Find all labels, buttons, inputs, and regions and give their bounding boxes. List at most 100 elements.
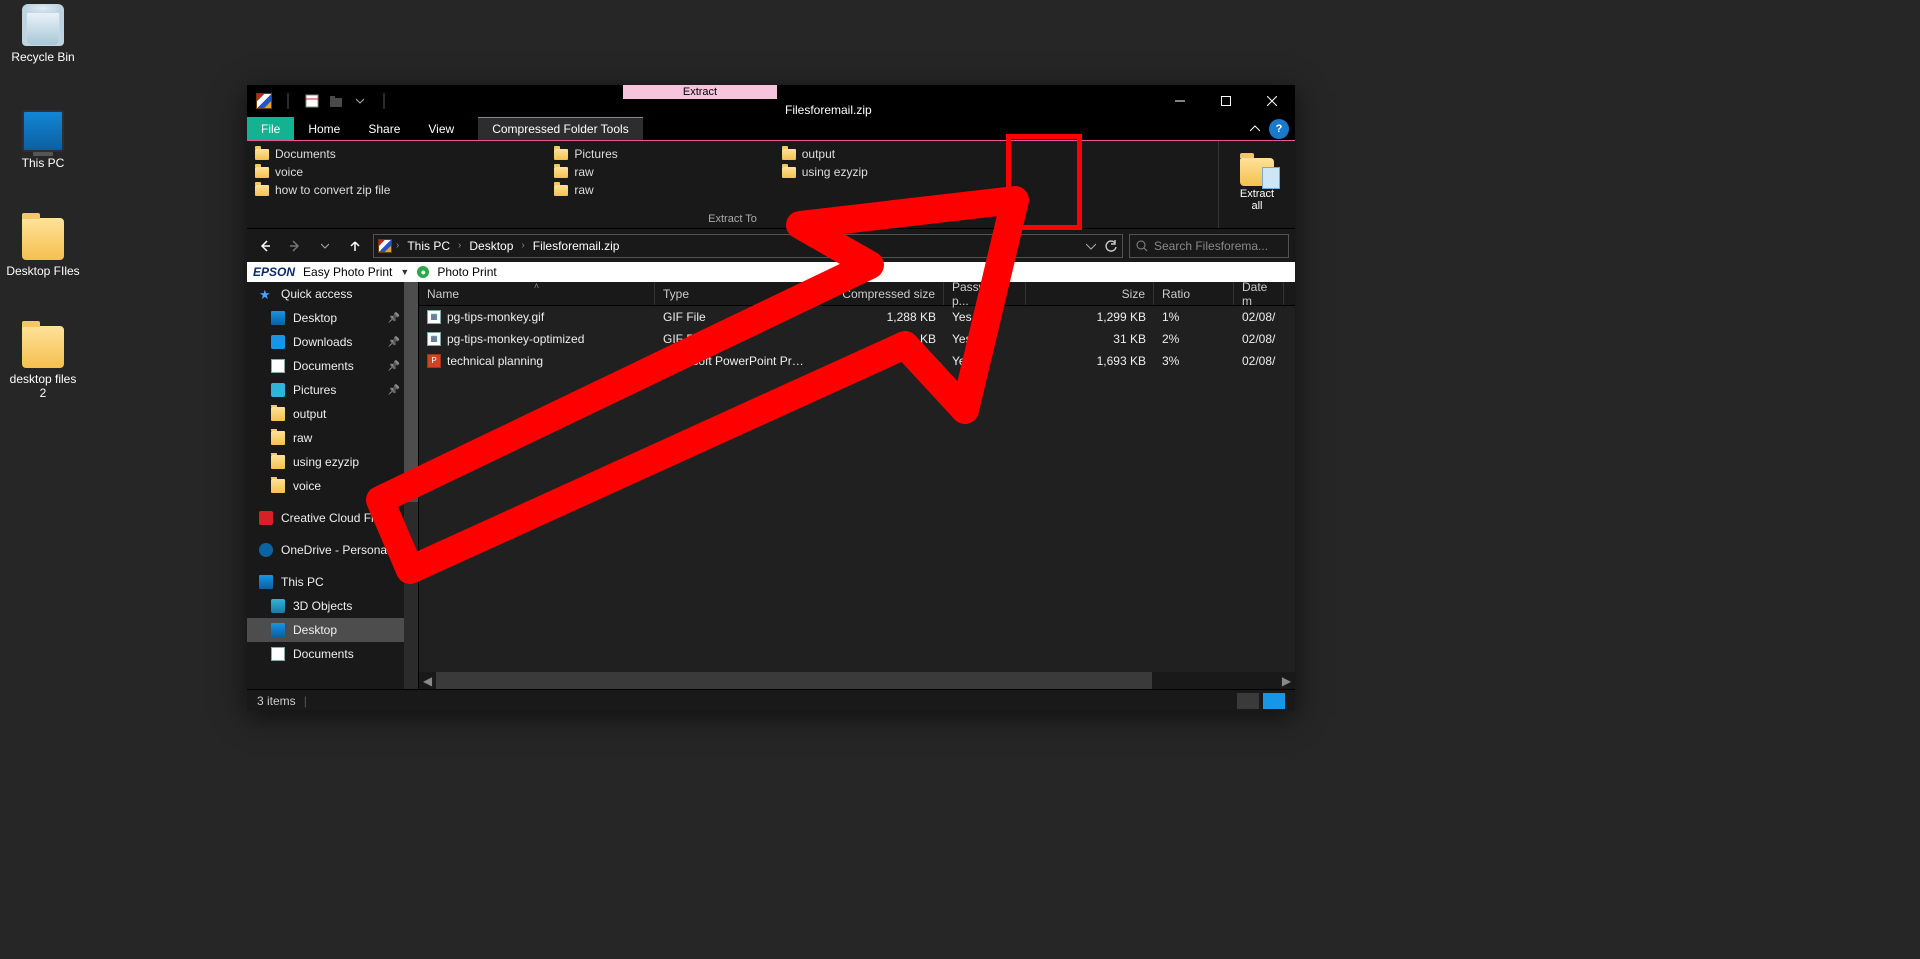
horizontal-scrollbar[interactable]: ◀ ▶	[419, 672, 1295, 689]
extract-dest[interactable]: voice	[255, 165, 390, 179]
desktop-files-2-label: desktop files 2	[6, 372, 80, 400]
explorer-body: ★Quick access Desktop Downloads Document…	[247, 282, 1295, 689]
breadcrumb[interactable]: This PC	[403, 239, 454, 253]
file-row[interactable]: ▦pg-tips-monkey.gif GIF File 1,288 KB Ye…	[419, 306, 1295, 328]
cube-icon	[271, 599, 285, 613]
col-name[interactable]: Name	[419, 282, 655, 305]
ribbon-tab-row: File Home Share View Compressed Folder T…	[247, 117, 1295, 141]
maximize-button[interactable]	[1203, 85, 1249, 117]
folder-icon	[782, 167, 796, 178]
folder-icon	[554, 185, 568, 196]
desktop-icon-this-pc[interactable]: This PC	[6, 110, 80, 170]
file-explorer-window: Extract Filesforemail.zip File Home Shar…	[247, 85, 1295, 711]
tab-view[interactable]: View	[414, 117, 468, 140]
col-compressed-size[interactable]: Compressed size	[812, 282, 944, 305]
recycle-bin-icon	[22, 4, 64, 46]
col-date[interactable]: Date m	[1234, 282, 1284, 305]
extract-dest[interactable]: Documents	[255, 147, 390, 161]
ribbon-body: Documents voice how to convert zip file …	[247, 141, 1295, 229]
ribbon-group-title: Extract To	[255, 210, 1210, 228]
downloads-icon	[271, 335, 285, 349]
extract-dest[interactable]: output	[782, 147, 868, 161]
nav-documents[interactable]: Documents	[247, 354, 418, 378]
nav-scrollbar[interactable]	[404, 282, 418, 689]
folder-icon	[782, 149, 796, 160]
close-button[interactable]	[1249, 85, 1295, 117]
nav-creative-cloud[interactable]: Creative Cloud Files	[247, 506, 418, 530]
breadcrumb[interactable]: Desktop	[465, 239, 517, 253]
nav-desktop-2[interactable]: Desktop	[247, 618, 418, 642]
ribbon-collapse-button[interactable]	[1245, 117, 1265, 140]
view-large-icons-toggle[interactable]	[1263, 693, 1285, 709]
tab-home[interactable]: Home	[294, 117, 354, 140]
nav-onedrive[interactable]: OneDrive - Personal	[247, 538, 418, 562]
extract-dest[interactable]: using ezyzip	[782, 165, 868, 179]
col-ratio[interactable]: Ratio	[1154, 282, 1234, 305]
nav-raw[interactable]: raw	[247, 426, 418, 450]
context-tab: Extract	[623, 85, 777, 117]
help-button[interactable]: ?	[1269, 119, 1289, 139]
breadcrumb[interactable]: Filesforemail.zip	[529, 239, 624, 253]
tab-file[interactable]: File	[247, 117, 294, 140]
tab-compressed-folder-tools[interactable]: Compressed Folder Tools	[478, 117, 643, 140]
folder-icon	[271, 407, 285, 421]
nav-using-ezyzip[interactable]: using ezyzip	[247, 450, 418, 474]
qat-separator	[373, 90, 395, 112]
powerpoint-file-icon: P	[427, 354, 441, 368]
chevron-right-icon: ›	[521, 240, 524, 251]
qat-dropdown-icon[interactable]	[349, 90, 371, 112]
address-dropdown-icon[interactable]	[1086, 241, 1096, 251]
col-size[interactable]: Size	[1026, 282, 1154, 305]
file-row[interactable]: ▦pg-tips-monkey-optimized GIF File KB Ye…	[419, 328, 1295, 350]
epson-photo-print[interactable]: Photo Print	[437, 265, 496, 279]
folder-icon	[271, 455, 285, 469]
extract-dest[interactable]: raw	[554, 183, 617, 197]
folder-icon	[271, 479, 285, 493]
desktop-icon-desktop-files[interactable]: Desktop FIles	[6, 218, 80, 278]
extract-all-button[interactable]: Extractall	[1236, 154, 1278, 216]
nav-quick-access[interactable]: ★Quick access	[247, 282, 418, 306]
scroll-right-icon[interactable]: ▶	[1278, 672, 1295, 689]
ribbon-group-extract-all: Extractall	[1219, 141, 1295, 228]
epson-easy-photo-print[interactable]: Easy Photo Print	[303, 265, 392, 279]
nav-voice[interactable]: voice	[247, 474, 418, 498]
desktop-icon-desktop-files-2[interactable]: desktop files 2	[6, 326, 80, 400]
nav-recent-dropdown[interactable]	[313, 234, 337, 258]
desktop-icon-recycle-bin[interactable]: Recycle Bin	[6, 4, 80, 64]
nav-back-button[interactable]	[253, 234, 277, 258]
nav-up-button[interactable]	[343, 234, 367, 258]
app-icon[interactable]	[253, 90, 275, 112]
address-bar[interactable]: › This PC › Desktop › Filesforemail.zip	[373, 234, 1123, 258]
dropdown-icon[interactable]: ▼	[400, 267, 409, 277]
desktop-icon	[271, 623, 285, 637]
titlebar[interactable]: Extract Filesforemail.zip	[247, 85, 1295, 117]
monitor-icon	[259, 575, 273, 589]
nav-documents-2[interactable]: Documents	[247, 642, 418, 666]
nav-desktop[interactable]: Desktop	[247, 306, 418, 330]
col-password[interactable]: Password p...	[944, 282, 1026, 305]
file-row[interactable]: Ptechnical planning Microsoft PowerPoint…	[419, 350, 1295, 372]
qat-newfolder-icon[interactable]	[325, 90, 347, 112]
context-tab-header: Extract	[623, 85, 777, 99]
chevron-right-icon: ›	[458, 240, 461, 251]
folder-icon	[554, 149, 568, 160]
refresh-button[interactable]	[1104, 239, 1118, 253]
scroll-left-icon[interactable]: ◀	[419, 672, 436, 689]
nav-pictures[interactable]: Pictures	[247, 378, 418, 402]
extract-dest[interactable]: raw	[554, 165, 617, 179]
navigation-pane[interactable]: ★Quick access Desktop Downloads Document…	[247, 282, 419, 689]
extract-dest[interactable]: how to convert zip file	[255, 183, 390, 197]
extract-dest[interactable]: Pictures	[554, 147, 617, 161]
nav-this-pc[interactable]: This PC	[247, 570, 418, 594]
nav-forward-button[interactable]	[283, 234, 307, 258]
folder-icon	[22, 326, 64, 368]
minimize-button[interactable]	[1157, 85, 1203, 117]
tab-share[interactable]: Share	[354, 117, 414, 140]
view-details-toggle[interactable]	[1237, 693, 1259, 709]
nav-3d-objects[interactable]: 3D Objects	[247, 594, 418, 618]
search-box[interactable]: Search Filesforema...	[1129, 234, 1289, 258]
nav-output[interactable]: output	[247, 402, 418, 426]
qat-properties-icon[interactable]	[301, 90, 323, 112]
col-type[interactable]: Type	[655, 282, 812, 305]
nav-downloads[interactable]: Downloads	[247, 330, 418, 354]
